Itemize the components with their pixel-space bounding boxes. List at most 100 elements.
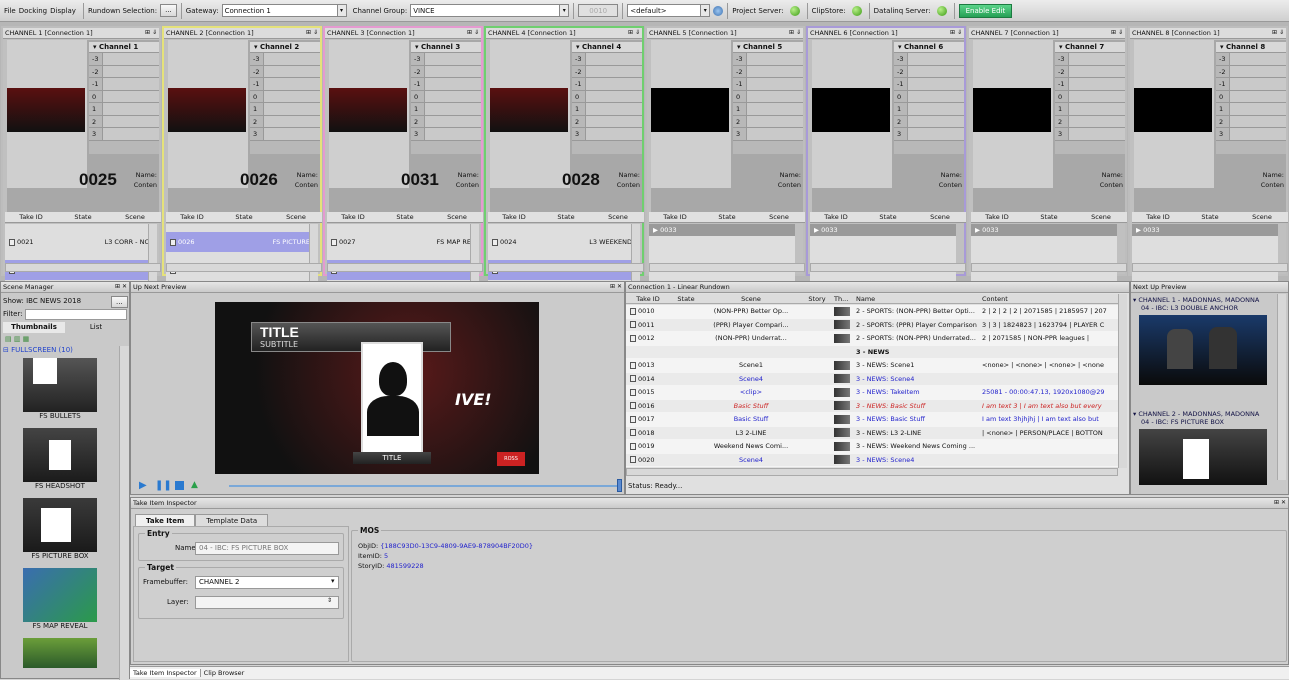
rundown-row[interactable]: 0013 Scene1 3 - NEWS: Scene1 <none> | <none… [626,359,1118,371]
channel-column-header[interactable]: Take ID [971,212,1023,222]
layer-row[interactable]: -2 [250,65,320,78]
name-input[interactable]: 04 - IBC: FS PICTURE BOX [195,542,339,555]
channel-column-header[interactable]: Take ID [5,212,57,222]
rundown-vscroll[interactable] [1118,294,1127,468]
rundown-row[interactable]: 0020 Scene4 3 - NEWS: Scene4 [626,453,1118,466]
layer-row[interactable]: 3 [572,128,642,141]
scene-thumb-fs-headshot[interactable]: FS HEADSHOT [7,428,113,490]
channel-name[interactable]: ▾ Channel 8 [1216,42,1286,53]
layer-row[interactable]: 1 [1216,103,1286,116]
layer-row[interactable]: 1 [89,103,159,116]
layer-row[interactable]: 0 [1216,90,1286,103]
channel-column-header[interactable]: State [379,212,431,222]
pause-icon[interactable]: ❚❚ [155,480,172,491]
channel-hscroll[interactable] [649,263,805,272]
take-row[interactable]: ▶ 0033 [810,224,956,236]
rundown-row[interactable]: 0016 Basic Stuff 3 - NEWS: Basic Stuff I am… [626,399,1118,412]
take-row[interactable]: 0024 L3 WEEKEND [488,232,634,252]
layer-row[interactable]: -2 [1216,65,1286,78]
layer-row[interactable]: 3 [250,128,320,141]
rundown-selection-button[interactable]: ... [160,4,177,17]
next-up-item-2[interactable]: ▾ CHANNEL 2 - MADONNAS, MADONNA 04 - IBC… [1133,410,1273,485]
channel-column-header[interactable]: Scene [914,212,966,222]
take-row[interactable]: ▶ 0033 [1132,224,1278,236]
layer-row[interactable]: 1 [411,103,481,116]
channel-column-header[interactable]: Take ID [649,212,701,222]
layer-row[interactable]: -3 [250,53,320,66]
layer-row[interactable]: -1 [250,78,320,91]
layer-row[interactable]: 3 [733,128,803,141]
channel-column-header[interactable]: State [540,212,592,222]
rundown-row[interactable]: 0011 (PPR) Player Compari... 2 - SPORTS: (… [626,318,1118,331]
layer-row[interactable]: 3 [1055,128,1125,141]
channel-hscroll[interactable] [1132,263,1288,272]
layer-row[interactable]: 2 [89,115,159,128]
dock-close-icon[interactable]: ⊞ ✕ [1274,498,1286,508]
layer-row[interactable]: -1 [1055,78,1125,91]
default-select[interactable]: <default> [627,4,702,17]
layer-row[interactable]: -1 [1216,78,1286,91]
spin-icon[interactable]: ⇕ [327,597,332,604]
channel-hscroll[interactable] [971,263,1127,272]
channel-hscroll[interactable] [5,263,161,272]
gateway-select[interactable]: Connection 1 [221,4,338,17]
channel-name[interactable]: ▾ Channel 3 [411,42,481,53]
channel-column-header[interactable]: State [862,212,914,222]
rundown-group-row[interactable]: 3 - NEWS [626,345,1118,358]
layer-row[interactable]: 1 [1055,103,1125,116]
menu-file[interactable]: File [4,7,16,15]
rundown-row[interactable]: 0010 (NON-PPR) Better Op... 2 - SPORTS: (N… [626,305,1118,317]
show-browse-button[interactable]: ... [111,296,128,308]
layer-row[interactable]: -1 [89,78,159,91]
scene-thumb-fs-bullets[interactable]: FS BULLETS [7,358,113,420]
scene-scrollbar[interactable] [119,346,129,680]
channel-group-select[interactable]: VINCE [410,4,561,17]
channel-hscroll[interactable] [166,263,322,272]
chevron-down-icon[interactable]: ▾ [331,577,335,585]
dock-close-icon[interactable]: ⊞ ✕ [610,282,622,292]
layer-row[interactable]: 0 [1055,90,1125,103]
channel-name[interactable]: ▾ Channel 1 [89,42,159,53]
col-name[interactable]: Name [856,294,982,303]
channel-column-header[interactable]: State [701,212,753,222]
tab-clip-browser[interactable]: Clip Browser [201,669,248,677]
layer-row[interactable]: -2 [1055,65,1125,78]
layer-row[interactable]: 2 [572,115,642,128]
channel-column-header[interactable]: Scene [109,212,161,222]
layer-select[interactable] [195,596,339,609]
col-state[interactable]: State [670,294,702,303]
channel-column-header[interactable]: Take ID [810,212,862,222]
channel-hscroll[interactable] [327,263,483,272]
channel-column-header[interactable]: State [1023,212,1075,222]
channel-column-header[interactable]: Take ID [327,212,379,222]
rundown-row[interactable]: 0014 Scene4 3 - NEWS: Scene4 [626,372,1118,385]
layer-row[interactable]: 3 [894,128,964,141]
next-up-item-1[interactable]: ▾ CHANNEL 1 - MADONNAS, MADONNA 04 - IBC… [1133,296,1273,385]
layer-row[interactable]: 2 [894,115,964,128]
layer-row[interactable]: 2 [250,115,320,128]
layer-row[interactable]: -3 [894,53,964,66]
col-scene[interactable]: Scene [702,294,800,303]
layer-row[interactable]: 1 [572,103,642,116]
stop-icon[interactable] [175,481,184,490]
next-up-scrollbar[interactable] [1277,294,1286,480]
chevron-down-icon[interactable]: ▾ [560,4,570,17]
layer-row[interactable]: -2 [411,65,481,78]
layer-row[interactable]: 3 [411,128,481,141]
enable-edit-button[interactable]: Enable Edit [958,3,1013,18]
layer-row[interactable]: -3 [411,53,481,66]
channel-column-header[interactable]: Scene [1236,212,1288,222]
layer-row[interactable]: -1 [572,78,642,91]
rundown-hscroll[interactable] [626,468,1118,476]
chevron-down-icon[interactable]: ▾ [337,4,347,17]
channel-column-header[interactable]: Take ID [488,212,540,222]
channel-hscroll[interactable] [810,263,966,272]
channel-name[interactable]: ▾ Channel 5 [733,42,803,53]
step-icon[interactable]: ▲ [191,480,198,490]
layer-row[interactable]: -3 [733,53,803,66]
rundown-row[interactable]: 0012 (NON-PPR) Underrat... 2 - SPORTS: (NO… [626,332,1118,344]
layer-row[interactable]: 1 [250,103,320,116]
framebuffer-select[interactable]: CHANNEL 2 [195,576,339,589]
layer-row[interactable]: 0 [89,90,159,103]
dock-icon[interactable]: ⊞ ⇓ [789,28,801,38]
